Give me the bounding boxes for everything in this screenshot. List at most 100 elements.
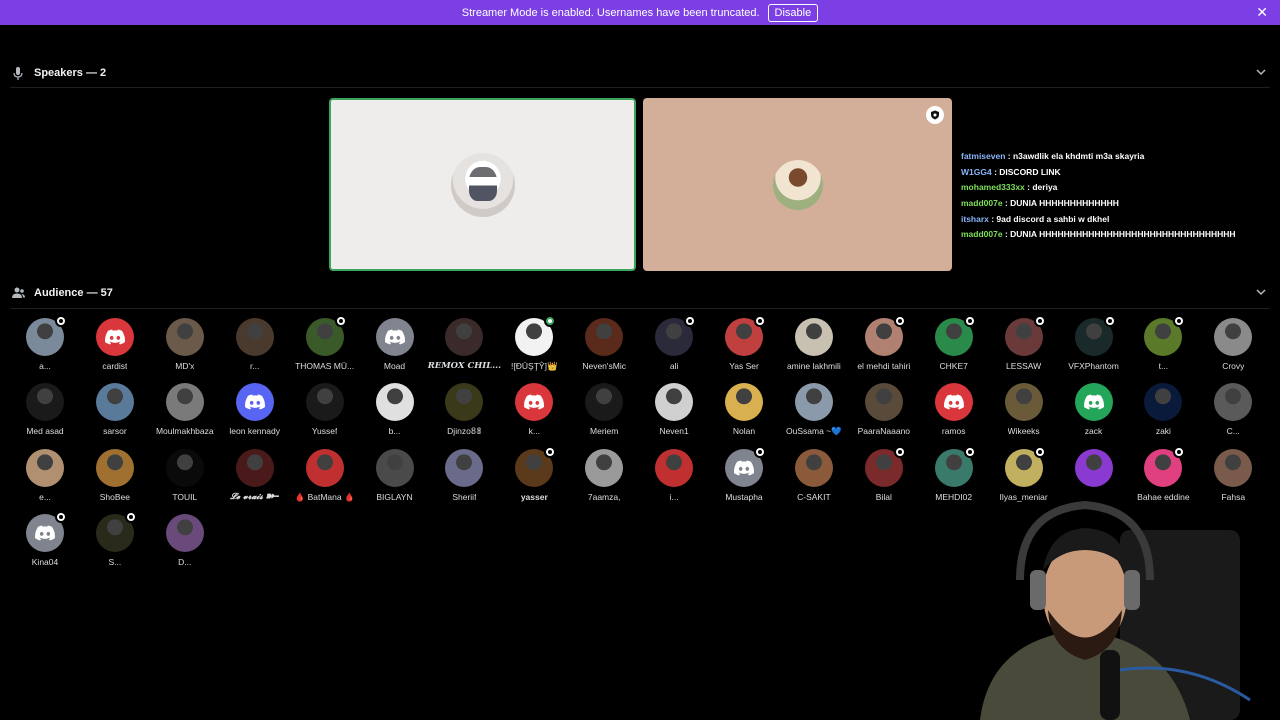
avatar [585,448,624,487]
audience-member[interactable]: ![ĐŪŞŢŶ]👑 [499,315,569,380]
avatar [794,448,833,487]
avatar [26,448,64,487]
audience-member[interactable]: Moulmakhbaza [150,383,220,445]
audience-member[interactable]: i... [639,448,709,511]
audience-member[interactable]: TOUIL [150,448,220,511]
avatar [235,318,274,356]
avatar [934,445,976,487]
audience-member[interactable]: Mustapha [709,445,779,511]
audience-member[interactable]: PaaraNaaano [849,383,919,445]
avatar-image [95,318,134,356]
avatar [1074,383,1113,422]
audience-member[interactable]: THOMAS MÜ... [290,315,360,380]
audience-member[interactable]: CHKE7 [919,315,989,380]
audience-member[interactable]: Bilal [849,445,919,511]
audience-member[interactable]: Nolan [709,383,779,445]
speaker-avatar [772,159,823,210]
avatar [655,448,694,487]
member-name: ramos [941,426,966,437]
avatar [305,383,344,422]
audience-member[interactable]: Wikeeks [989,383,1059,445]
audience-member[interactable]: BIGLAYN [360,448,430,511]
discord-logo-icon [1083,394,1104,410]
audience-member[interactable]: 7aamza, [569,448,639,511]
audience-member[interactable]: a... [10,315,80,380]
audience-header[interactable]: Audience — 57 [0,280,1280,306]
avatar-image [1144,383,1183,422]
disable-streamer-mode-button[interactable]: Disable [767,3,819,22]
audience-member[interactable]: ali [639,315,709,380]
audience-member[interactable]: leon kennady [220,383,290,445]
avatar-image [165,318,204,356]
speaker-tile[interactable] [329,98,636,271]
status-badge-icon [1173,445,1186,458]
audience-member[interactable]: Djinzo𝟠𝟠 [429,383,499,445]
chat-text: : DUNIA HHHHHHHHHHHHH [1002,198,1119,209]
audience-member[interactable]: zaki [1128,383,1198,445]
avatar-image [26,448,64,487]
avatar [725,383,763,422]
audience-member[interactable]: r... [220,318,290,380]
audience-member[interactable]: REMOX CHIL... [428,318,501,380]
audience-member[interactable]: sarsor [80,383,150,445]
audience-member[interactable]: 🩸 BatMana 🩸 [290,448,360,511]
status-badge-icon [963,315,976,327]
audience-member[interactable]: C... [1198,383,1268,445]
chevron-down-icon[interactable] [1254,285,1268,299]
audience-member[interactable]: Moad [360,318,430,380]
audience-member[interactable]: Neven'sMic [569,318,639,380]
member-name: ali [669,361,679,371]
audience-member[interactable]: LESSAW [989,315,1059,380]
audience-member[interactable]: Yas Ser [709,315,779,380]
status-badge-icon [55,510,67,523]
streamer-mode-banner: Streamer Mode is enabled. Usernames have… [0,0,1280,25]
audience-member[interactable]: amine lakhmili [779,318,849,380]
audience-member[interactable]: S... [80,510,150,576]
avatar-image [585,383,624,422]
audience-member[interactable]: Neven1 [639,383,709,445]
avatar [305,448,344,487]
audience-member[interactable]: ramos [919,383,989,445]
audience-member[interactable]: b... [360,383,430,445]
audience-member[interactable]: yasser [499,445,569,511]
member-name: 𝓛𝓮 𝓿𝓻𝓪𝓲𝓼 ➽━ [230,491,280,502]
audience-member[interactable]: Crovy [1198,318,1268,380]
audience-member[interactable]: zack [1059,383,1129,445]
audience-member[interactable]: t... [1128,315,1198,380]
audience-member[interactable]: D... [150,513,220,576]
audience-member[interactable]: Med asad [10,383,80,445]
audience-member[interactable]: ShoBee [80,448,150,511]
audience-member[interactable]: cardist [80,318,150,380]
audience-member[interactable]: C-SAKIT [779,448,849,511]
avatar-image [794,383,833,422]
audience-member[interactable]: el mehdi tahiri [849,315,919,380]
audience-member[interactable]: Yussef [290,383,360,445]
chat-text: : DUNIA HHHHHHHHHHHHHHHHHHHHHHHHHHHHHHHH [1002,229,1236,240]
audience-member[interactable]: MD'x [150,318,220,380]
discord-logo-icon [943,394,964,410]
audience-member[interactable]: Sheriif [429,448,499,511]
member-name: amine lakhmili [786,361,841,371]
avatar [585,318,624,356]
avatar [165,448,204,487]
audience-member[interactable]: e... [10,448,80,511]
avatar [1214,448,1253,487]
member-name: CHKE7 [939,361,968,371]
audience-member[interactable]: 𝓛𝓮 𝓿𝓻𝓪𝓲𝓼 ➽━ [220,448,290,511]
avatar-image [1074,383,1113,422]
speakers-header[interactable]: Speakers — 2 [0,60,1280,86]
member-name: e... [39,491,51,502]
audience-member[interactable]: Kina04 [10,510,80,576]
member-name: ![ĐŪŞŢŶ]👑 [511,361,558,371]
avatar-image [655,448,694,487]
audience-member[interactable]: Meriem [569,383,639,445]
member-name: PaaraNaaano [857,426,911,437]
audience-member[interactable]: VFXPhantom [1059,315,1129,380]
audience-member[interactable]: k... [499,383,569,445]
chevron-down-icon[interactable] [1254,65,1268,79]
speaker-tile[interactable] [643,98,952,271]
close-icon[interactable]: ✕ [1256,4,1268,20]
chat-username: itsharx [961,213,989,224]
chat-username: fatmiseven [961,151,1006,161]
audience-member[interactable]: OuSsama ~💙 [779,383,849,445]
